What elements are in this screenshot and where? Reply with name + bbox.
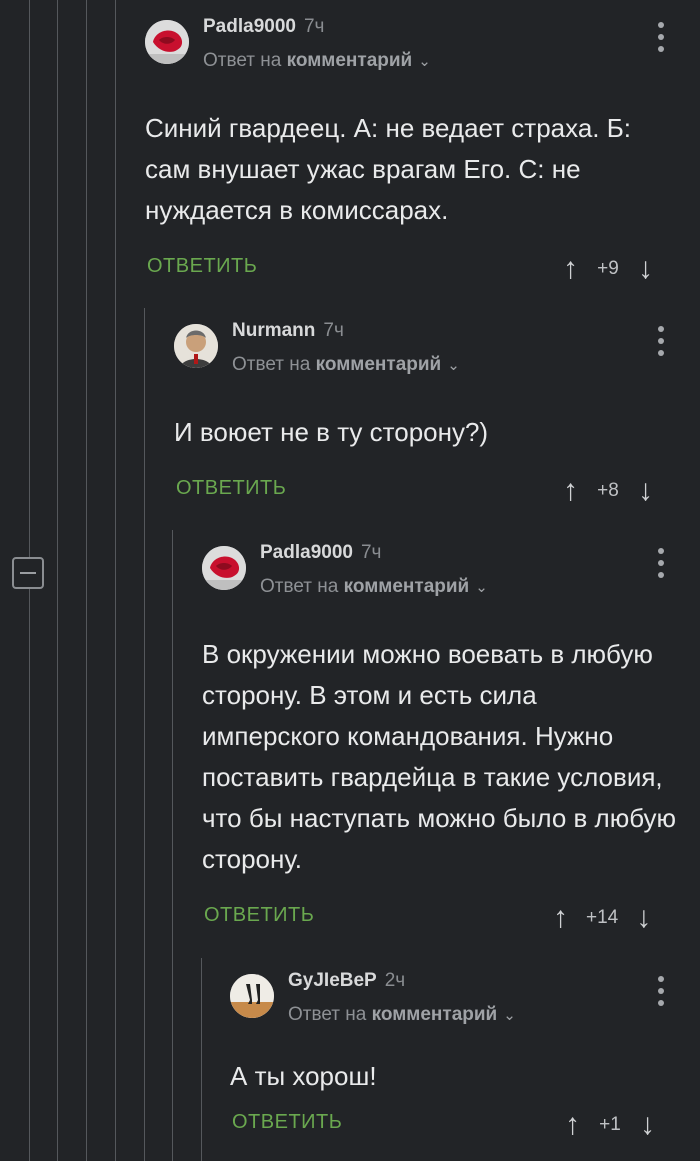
comment-time: 2ч xyxy=(384,970,406,991)
reply-target[interactable]: комментарий xyxy=(316,354,442,375)
avatar[interactable] xyxy=(202,546,246,590)
comment: Padla9000 7ч Ответ на комментарий ⌄ В окру… xyxy=(202,538,700,938)
comment: Padla9000 7ч Ответ на комментарий ⌄ Синий … xyxy=(145,12,700,289)
author-label[interactable]: Padla9000 xyxy=(203,16,296,37)
author-label[interactable]: GyJIeBeP xyxy=(288,970,377,991)
author-name[interactable]: Nurmann 7ч xyxy=(232,320,344,342)
comment-body: И воюет не в ту сторону?) xyxy=(174,417,489,447)
more-vertical-icon[interactable] xyxy=(658,548,664,578)
chevron-down-icon[interactable]: ⌄ xyxy=(503,1007,516,1024)
arrow-down-icon[interactable]: ↓ xyxy=(636,903,651,933)
comment-actions: ОТВЕТИТЬ ↑ +9 ↓ xyxy=(145,249,675,289)
comment-header: Padla9000 7ч Ответ на комментарий ⌄ xyxy=(145,12,700,72)
minus-icon xyxy=(20,572,36,574)
comment-rating: +1 xyxy=(599,1114,621,1135)
author-label[interactable]: Nurmann xyxy=(232,320,315,341)
reply-target[interactable]: комментарий xyxy=(372,1004,498,1025)
reply-target[interactable]: комментарий xyxy=(287,50,413,71)
comment-thread: Padla9000 7ч Ответ на комментарий ⌄ Синий … xyxy=(0,0,700,1161)
arrow-up-icon[interactable]: ↑ xyxy=(553,903,568,933)
author-label[interactable]: Padla9000 xyxy=(260,542,353,563)
collapse-thread-button[interactable] xyxy=(12,557,44,589)
arrow-up-icon[interactable]: ↑ xyxy=(563,254,578,284)
reply-prefix: Ответ на xyxy=(203,50,282,71)
comment-time: 7ч xyxy=(303,16,325,37)
vote-block: ↑ +9 ↓ xyxy=(563,249,653,289)
more-vertical-icon[interactable] xyxy=(658,22,664,52)
avatar[interactable] xyxy=(174,324,218,368)
comment-rating: +9 xyxy=(597,258,619,279)
reply-prefix: Ответ на xyxy=(288,1004,367,1025)
reply-button[interactable]: ОТВЕТИТЬ xyxy=(204,904,314,927)
arrow-up-icon[interactable]: ↑ xyxy=(565,1110,580,1140)
thread-line[interactable] xyxy=(201,958,202,1161)
vote-block: ↑ +1 ↓ xyxy=(565,1105,655,1145)
reply-to-link[interactable]: Ответ на комментарий ⌄ xyxy=(232,354,460,376)
reply-button[interactable]: ОТВЕТИТЬ xyxy=(147,255,257,278)
comment-rating: +8 xyxy=(597,480,619,501)
chevron-down-icon[interactable]: ⌄ xyxy=(418,53,431,70)
comment-header: Nurmann 7ч Ответ на комментарий ⌄ xyxy=(174,316,700,376)
thread-line[interactable] xyxy=(115,0,116,1161)
chevron-down-icon[interactable]: ⌄ xyxy=(475,579,488,596)
reply-button[interactable]: ОТВЕТИТЬ xyxy=(176,477,286,500)
more-vertical-icon[interactable] xyxy=(658,326,664,356)
reply-button[interactable]: ОТВЕТИТЬ xyxy=(232,1111,342,1134)
comment-actions: ОТВЕТИТЬ ↑ +1 ↓ xyxy=(230,1105,680,1145)
reply-target[interactable]: комментарий xyxy=(344,576,470,597)
reply-to-link[interactable]: Ответ на комментарий ⌄ xyxy=(203,50,431,72)
reply-to-link[interactable]: Ответ на комментарий ⌄ xyxy=(260,576,488,598)
comment-body: А ты хорош! xyxy=(230,1061,377,1091)
avatar[interactable] xyxy=(230,974,274,1018)
thread-line[interactable] xyxy=(57,0,58,1161)
reply-prefix: Ответ на xyxy=(232,354,311,375)
comment: GyJIeBeP 2ч Ответ на комментарий ⌄ А ты хо… xyxy=(230,966,700,1145)
arrow-down-icon[interactable]: ↓ xyxy=(640,1110,655,1140)
vote-block: ↑ +8 ↓ xyxy=(563,471,653,511)
comment-header: GyJIeBeP 2ч Ответ на комментарий ⌄ xyxy=(230,966,700,1026)
comment-time: 7ч xyxy=(360,542,382,563)
avatar[interactable] xyxy=(145,20,189,64)
more-vertical-icon[interactable] xyxy=(658,976,664,1006)
reply-to-link[interactable]: Ответ на комментарий ⌄ xyxy=(288,1004,516,1026)
comment-header: Padla9000 7ч Ответ на комментарий ⌄ xyxy=(202,538,700,598)
arrow-down-icon[interactable]: ↓ xyxy=(638,254,653,284)
thread-line[interactable] xyxy=(172,530,173,1161)
thread-line[interactable] xyxy=(144,308,145,1161)
author-name[interactable]: GyJIeBeP 2ч xyxy=(288,970,405,992)
arrow-up-icon[interactable]: ↑ xyxy=(563,476,578,506)
comment-body: Синий гвардеец. А: не ведает страха. Б: … xyxy=(145,113,632,225)
chevron-down-icon[interactable]: ⌄ xyxy=(447,357,460,374)
author-name[interactable]: Padla9000 7ч xyxy=(260,542,381,564)
thread-line[interactable] xyxy=(86,0,87,1161)
author-name[interactable]: Padla9000 7ч xyxy=(203,16,324,38)
comment-body: В окружении можно воевать в любую сторон… xyxy=(202,639,677,874)
reply-prefix: Ответ на xyxy=(260,576,339,597)
comment: Nurmann 7ч Ответ на комментарий ⌄ И воюет … xyxy=(174,316,700,511)
comment-actions: ОТВЕТИТЬ ↑ +14 ↓ xyxy=(202,898,677,938)
comment-rating: +14 xyxy=(586,907,619,928)
comment-actions: ОТВЕТИТЬ ↑ +8 ↓ xyxy=(174,471,674,511)
vote-block: ↑ +14 ↓ xyxy=(553,898,651,938)
comment-time: 7ч xyxy=(323,320,344,341)
arrow-down-icon[interactable]: ↓ xyxy=(638,476,653,506)
